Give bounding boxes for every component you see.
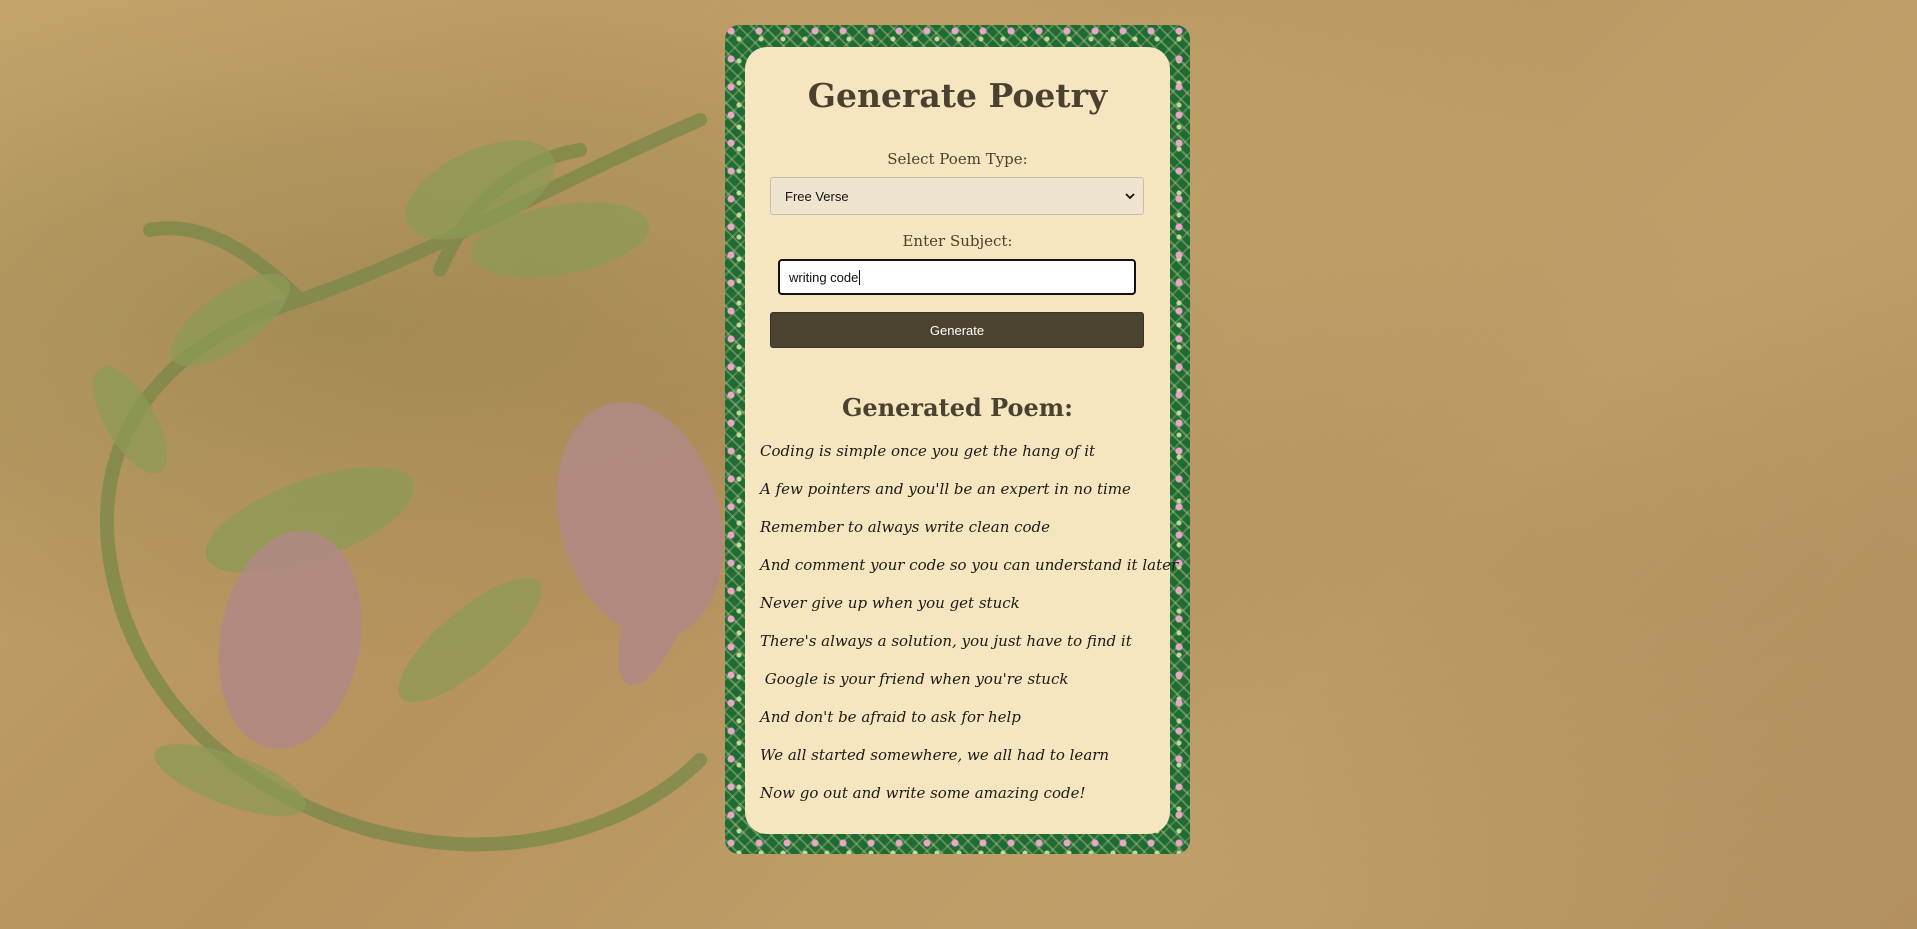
poem-line: Remember to always write clean code — [760, 518, 1051, 536]
poem-line: Now go out and write some amazing code! — [760, 784, 1086, 802]
poem-line: Google is your friend when you're stuck — [760, 670, 1069, 688]
generated-poem-heading: Generated Poem: — [841, 393, 1074, 422]
generate-button[interactable]: Generate — [770, 312, 1144, 348]
poem-type-selected-value: Free Verse — [785, 188, 849, 204]
page-title: Generate Poetry — [807, 76, 1108, 115]
poem-line: We all started somewhere, we all had to … — [760, 746, 1110, 764]
poem-lines: Coding is simple once you get the hang o… — [760, 441, 1179, 821]
poem-line: Coding is simple once you get the hang o… — [760, 442, 1096, 460]
poem-line: Never give up when you get stuck — [760, 594, 1020, 612]
subject-input[interactable]: writing code — [778, 259, 1136, 295]
chevron-down-icon — [1125, 193, 1135, 200]
subject-label: Enter Subject: — [902, 232, 1013, 250]
subject-input-value: writing code — [789, 269, 859, 285]
poem-line: There's always a solution, you just have… — [760, 632, 1132, 650]
poem-type-label: Select Poem Type: — [887, 150, 1028, 168]
poem-type-select[interactable]: Free Verse — [770, 177, 1144, 215]
text-cursor — [859, 269, 861, 285]
poem-line: And comment your code so you can underst… — [760, 556, 1179, 574]
poem-line: And don't be afraid to ask for help — [760, 708, 1021, 726]
poem-line: A few pointers and you'll be an expert i… — [760, 480, 1131, 498]
